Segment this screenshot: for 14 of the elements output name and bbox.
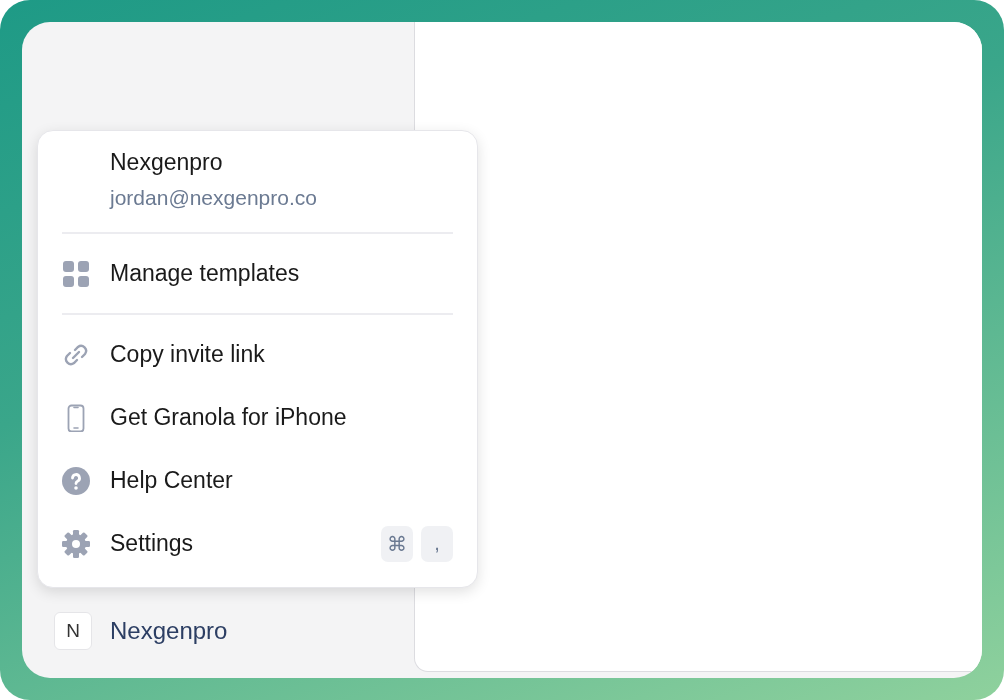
account-name: Nexgenpro [110, 149, 224, 176]
shortcut-key: ⌘ [381, 525, 413, 562]
menu-item[interactable]: Copy invite link [62, 323, 453, 386]
menu-item[interactable]: Manage templates [62, 242, 453, 305]
grid-icon [62, 259, 90, 288]
workspace-name[interactable]: Nexgenpro [110, 617, 228, 645]
menu-item[interactable]: Help Center [62, 449, 453, 512]
menu-item[interactable]: Get Granola for iPhone [62, 386, 453, 449]
account-email: jordan@nexgenpro.co [110, 186, 318, 210]
workspace-avatar[interactable]: N [54, 612, 92, 650]
help-icon [62, 466, 90, 495]
menu-item[interactable]: Settings ⌘ , [62, 512, 453, 575]
settings-icon [62, 529, 90, 558]
shortcut-key: , [421, 525, 453, 562]
